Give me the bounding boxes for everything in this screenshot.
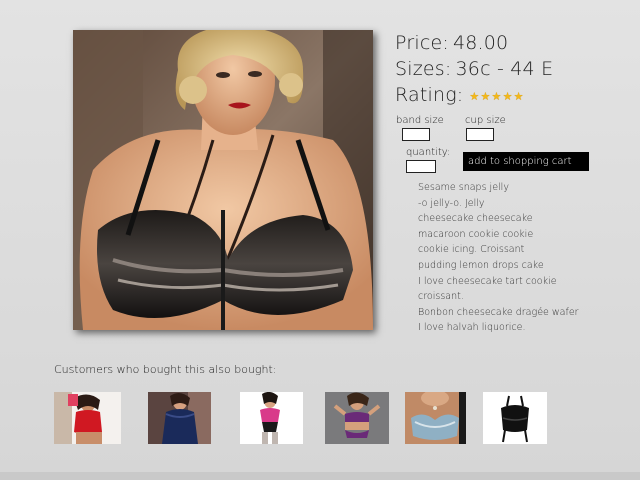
related-item-3[interactable]: [240, 392, 303, 444]
description-line: Bonbon cheesecake dragée wafer: [418, 306, 579, 318]
description-line: cheesecake cheesecake: [418, 213, 533, 225]
star-icon: ★: [480, 89, 491, 103]
add-to-cart-button[interactable]: add to shopping cart: [463, 152, 589, 171]
quantity-label: quantity:: [406, 147, 451, 158]
rating-line: Rating: ★★★★★: [395, 82, 635, 109]
black-bustier-thumbnail-icon: [483, 392, 547, 444]
sizes-label: Sizes:: [395, 58, 452, 80]
description-line: cookie icing. Croissant: [418, 244, 525, 256]
sizes-line: Sizes: 36c - 44 E: [395, 56, 635, 82]
cup-size-label: cup size: [465, 115, 506, 126]
red-corset-thumbnail-icon: [54, 392, 121, 444]
star-icon: ★: [502, 89, 513, 103]
related-item-2[interactable]: [148, 392, 211, 444]
star-icon: ★: [513, 89, 524, 103]
star-icon: ★: [491, 89, 502, 103]
star-icon: ★: [469, 89, 480, 103]
description-line: macaroon cookie cookie: [418, 228, 534, 240]
cup-size-input[interactable]: [466, 128, 494, 141]
lace-bra-thumbnail-icon: [405, 392, 466, 444]
price-label: Price:: [395, 32, 449, 54]
description-line: Sesame snaps jelly: [418, 182, 509, 193]
related-heading: Customers who bought this also bought:: [54, 363, 277, 376]
product-description: Sesame snaps jelly -o jelly-o. Jelly chees…: [418, 180, 598, 336]
rating-stars: ★★★★★: [469, 81, 524, 107]
description-line: pudding lemon drops cake: [418, 259, 544, 271]
navy-babydoll-thumbnail-icon: [148, 392, 211, 444]
pink-teddy-thumbnail-icon: [240, 392, 303, 444]
sizes-value: 36c - 44 E: [455, 58, 554, 80]
band-size-input[interactable]: [402, 128, 430, 141]
rating-label: Rating:: [395, 84, 464, 106]
purple-bra-set-thumbnail-icon: [325, 392, 389, 444]
description-line: croissant.: [418, 291, 464, 303]
product-info: Price: 48.00 Sizes: 36c - 44 E Rating: ★★★★…: [395, 30, 635, 109]
related-item-4[interactable]: [325, 392, 389, 444]
product-photo-icon: [73, 30, 373, 330]
description-line: -o jelly-o. Jelly: [418, 197, 485, 209]
band-size-label: band size: [396, 115, 444, 126]
product-image: [73, 30, 373, 330]
description-line: I love cheesecake tart cookie: [418, 275, 557, 287]
description-line: I love halvah liquorice.: [418, 322, 526, 334]
quantity-input[interactable]: [406, 160, 436, 173]
related-item-1[interactable]: [54, 392, 121, 444]
related-item-5[interactable]: [405, 392, 466, 444]
price-line: Price: 48.00: [395, 30, 635, 56]
price-value: 48.00: [452, 32, 509, 54]
bottom-strip: [0, 472, 640, 480]
related-item-6[interactable]: [483, 392, 547, 444]
